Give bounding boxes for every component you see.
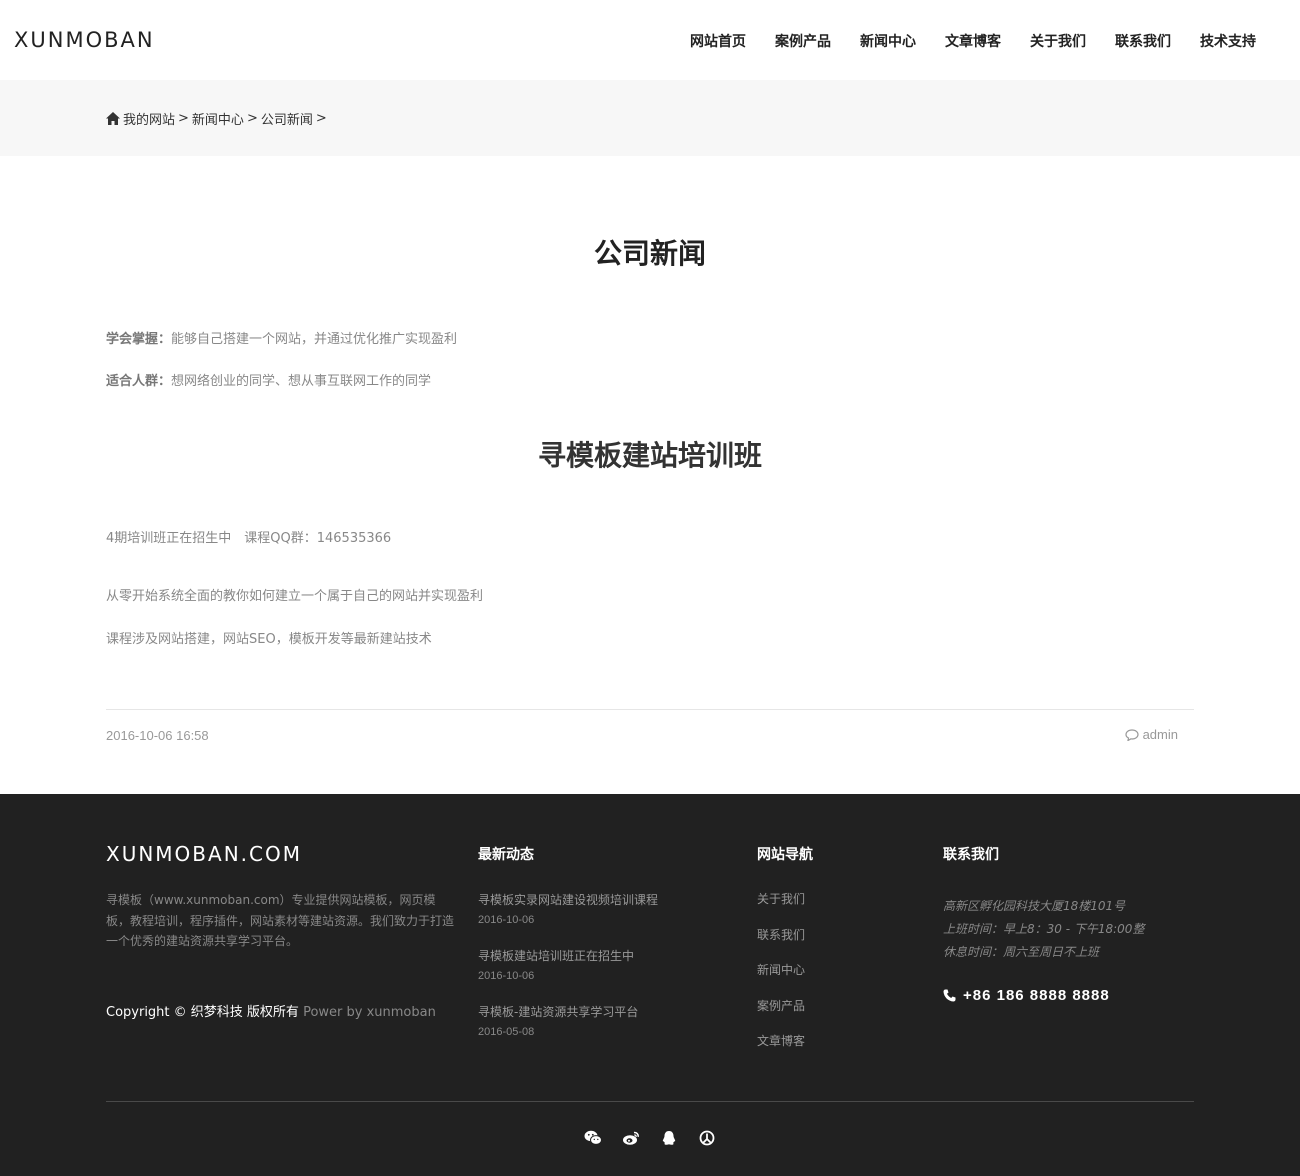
footer-nav-list: 关于我们 联系我们 新闻中心 案例产品 文章博客	[757, 892, 805, 1070]
site-footer: XUNMOBAN.COM 寻模板（www.xunmoban.com）专业提供网站…	[0, 794, 1300, 1176]
audience-label: 适合人群：	[106, 374, 172, 389]
nav-item-blog[interactable]: 文章博客	[945, 31, 1001, 51]
footer-nav-blog[interactable]: 文章博客	[757, 1034, 805, 1050]
footer-nav-contact[interactable]: 联系我们	[757, 928, 805, 944]
news-date: 2016-10-06	[478, 970, 535, 982]
learn-label: 学会掌握：	[106, 332, 172, 347]
main-nav: 网站首页 案例产品 新闻中心 文章博客 关于我们 联系我们 技术支持	[661, 31, 1256, 51]
article-paragraph: 课程涉及网站搭建，网站SEO，模板开发等最新建站技术	[106, 632, 432, 647]
footer-news-title: 最新动态	[478, 847, 534, 863]
breadcrumb-bar: 我的网站 > 新闻中心 > 公司新闻 >	[0, 80, 1300, 156]
social-links	[584, 1130, 736, 1146]
nav-item-home[interactable]: 网站首页	[690, 31, 746, 51]
nav-item-news[interactable]: 新闻中心	[860, 31, 916, 51]
footer-description: 寻模板（www.xunmoban.com）专业提供网站模板，网页模板，教程培训，…	[106, 893, 455, 948]
article-divider	[106, 709, 1194, 710]
nav-item-support[interactable]: 技术支持	[1200, 31, 1256, 51]
article-learn: 学会掌握：能够自己搭建一个网站，并通过优化推广实现盈利	[106, 328, 457, 347]
article-date: 2016-10-06 16:58	[106, 728, 209, 743]
wechat-icon[interactable]	[584, 1130, 602, 1146]
article-author[interactable]: admin	[1124, 727, 1178, 742]
list-item: 寻模板-建站资源共享学习平台 2016-05-08	[478, 1003, 658, 1038]
footer-contact-title: 联系我们	[943, 847, 999, 863]
tencent-weibo-icon[interactable]	[698, 1130, 716, 1146]
phone-number: +86 186 8888 8888	[963, 987, 1110, 1004]
footer-nav-about[interactable]: 关于我们	[757, 892, 805, 908]
site-header: XUNMOBAN 网站首页 案例产品 新闻中心 文章博客 关于我们 联系我们 技…	[0, 0, 1300, 80]
footer-phone: +86 186 8888 8888	[943, 987, 1110, 1004]
news-link[interactable]: 寻模板建站培训班正在招生中	[478, 947, 658, 964]
news-date: 2016-10-06	[478, 914, 535, 926]
contact-rest: 休息时间：周六至周日不上班	[943, 945, 1100, 959]
nav-item-about[interactable]: 关于我们	[1030, 31, 1086, 51]
footer-nav-news[interactable]: 新闻中心	[757, 963, 805, 979]
site-logo[interactable]: XUNMOBAN	[14, 28, 155, 52]
news-link[interactable]: 寻模板实录网站建设视频培训课程	[478, 891, 658, 908]
learn-text: 能够自己搭建一个网站，并通过优化推广实现盈利	[171, 332, 458, 347]
footer-brand: XUNMOBAN.COM	[106, 842, 302, 866]
list-item: 寻模板建站培训班正在招生中 2016-10-06	[478, 947, 658, 982]
power-by-text: Power by xunmoban	[303, 1005, 436, 1020]
nav-item-contact[interactable]: 联系我们	[1115, 31, 1171, 51]
copyright-text: Copyright © 织梦科技 版权所有	[106, 1005, 299, 1020]
author-name: admin	[1142, 727, 1178, 742]
weibo-icon[interactable]	[622, 1130, 640, 1146]
breadcrumb-news[interactable]: 新闻中心	[192, 109, 244, 128]
home-icon	[106, 112, 120, 125]
footer-copyright: Copyright © 织梦科技 版权所有 Power by xunmoban	[106, 1001, 436, 1020]
contact-address: 高新区孵化园科技大厦18楼101号	[943, 899, 1126, 913]
audience-text: 想网络创业的同学、想从事互联网工作的同学	[171, 374, 432, 389]
nav-item-cases[interactable]: 案例产品	[775, 31, 831, 51]
breadcrumb-separator: >	[315, 111, 327, 126]
breadcrumb-company-news[interactable]: 公司新闻	[261, 109, 313, 128]
breadcrumb-separator: >	[246, 111, 258, 126]
breadcrumb-home[interactable]: 我的网站	[123, 109, 175, 128]
article-title: 公司新闻	[593, 237, 706, 270]
footer-nav-title: 网站导航	[757, 847, 813, 863]
phone-icon	[943, 989, 956, 1002]
comment-icon	[1124, 728, 1139, 741]
contact-hours: 上班时间：早上8：30 - 下午18:00整	[943, 922, 1145, 936]
article-paragraph: 从零开始系统全面的教你如何建立一个属于自己的网站并实现盈利	[106, 589, 484, 604]
footer-divider	[106, 1101, 1194, 1102]
list-item: 寻模板实录网站建设视频培训课程 2016-10-06	[478, 891, 658, 926]
news-link[interactable]: 寻模板-建站资源共享学习平台	[478, 1003, 658, 1020]
footer-nav-cases[interactable]: 案例产品	[757, 999, 805, 1015]
article-audience: 适合人群：想网络创业的同学、想从事互联网工作的同学	[106, 370, 431, 389]
news-date: 2016-05-08	[478, 1026, 535, 1038]
breadcrumb-separator: >	[178, 111, 189, 126]
breadcrumb: 我的网站 > 新闻中心 > 公司新闻 >	[106, 109, 330, 128]
footer-news-list: 寻模板实录网站建设视频培训课程 2016-10-06 寻模板建站培训班正在招生中…	[478, 891, 658, 1059]
article-paragraph: 4期培训班正在招生中 课程QQ群：146535366	[106, 531, 392, 546]
footer-contact-info: 高新区孵化园科技大厦18楼101号 上班时间：早上8：30 - 下午18:00整…	[943, 895, 1144, 964]
qq-icon[interactable]	[660, 1130, 678, 1146]
article-subtitle: 寻模板建站培训班	[537, 439, 762, 472]
